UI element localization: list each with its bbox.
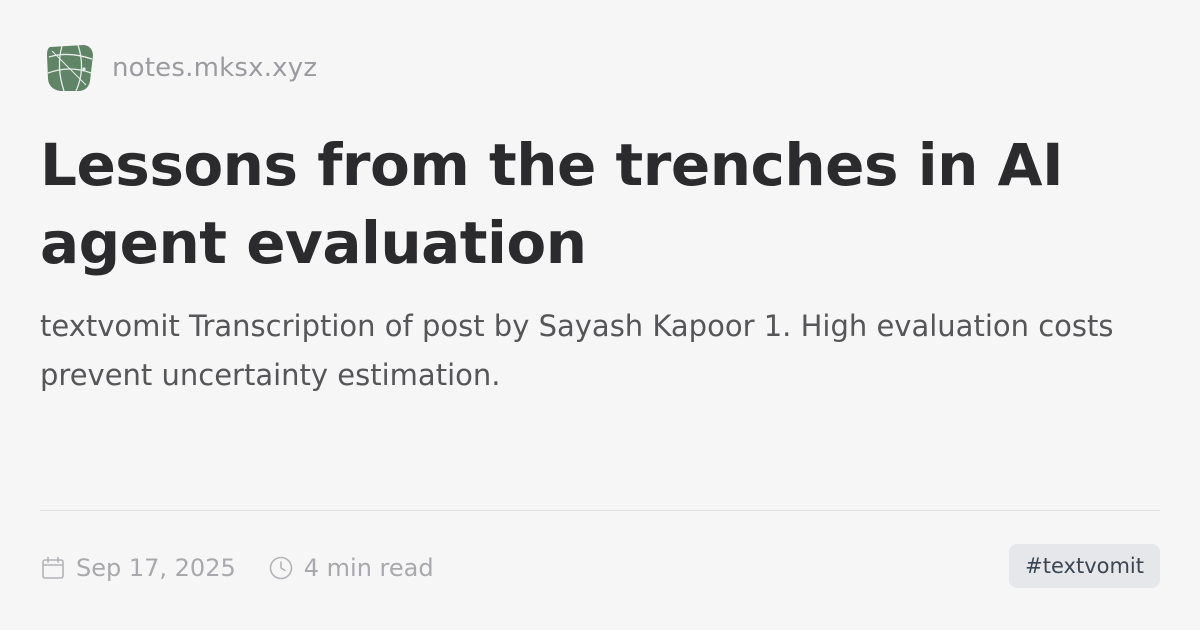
post-read-time: 4 min read — [268, 554, 434, 582]
post-meta: Sep 17, 2025 4 min read — [40, 546, 434, 590]
post-date-label: Sep 17, 2025 — [76, 554, 236, 582]
post-preview-card: notes.mksx.xyz Lessons from the trenches… — [0, 0, 1200, 630]
post-title[interactable]: Lessons from the trenches in AI agent ev… — [40, 126, 1150, 282]
post-date: Sep 17, 2025 — [40, 554, 236, 582]
site-name[interactable]: notes.mksx.xyz — [112, 53, 317, 83]
tag-badge[interactable]: #textvomit — [1009, 544, 1160, 588]
post-excerpt: textvomit Transcription of post by Sayas… — [40, 309, 1114, 392]
calendar-icon — [42, 556, 64, 579]
clock-icon — [269, 556, 293, 580]
post-read-time-label: 4 min read — [303, 554, 434, 582]
site-header[interactable]: notes.mksx.xyz — [40, 38, 317, 98]
divider — [40, 510, 1160, 511]
globe-map-icon — [47, 44, 93, 92]
